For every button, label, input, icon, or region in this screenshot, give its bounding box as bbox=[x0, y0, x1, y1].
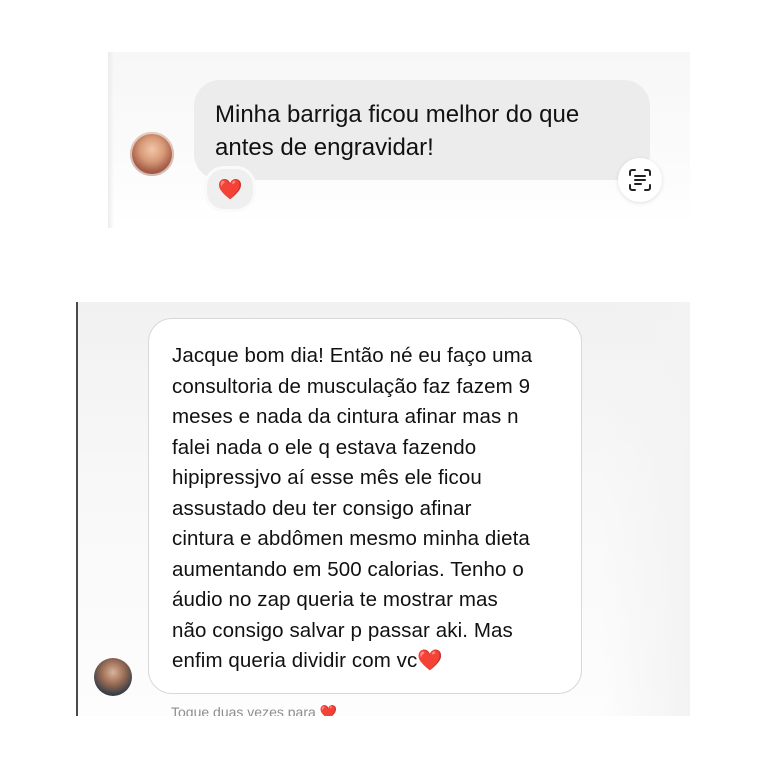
text-scan-button[interactable] bbox=[618, 158, 662, 202]
heart-reaction-icon[interactable]: ❤️ bbox=[204, 166, 256, 212]
message-body: Jacque bom dia! Então né eu faço uma con… bbox=[172, 344, 533, 672]
edge-line bbox=[76, 302, 78, 716]
message-text: Minha barriga ficou melhor do que antes … bbox=[215, 101, 580, 161]
double-tap-hint: Toque duas vezes para ❤️ bbox=[171, 704, 337, 716]
hint-text: Toque duas vezes para bbox=[171, 704, 316, 716]
heart-hint-icon: ❤️ bbox=[319, 704, 338, 716]
avatar[interactable] bbox=[94, 658, 132, 696]
page: Minha barriga ficou melhor do que antes … bbox=[0, 0, 768, 768]
reaction-emoji: ❤️ bbox=[217, 178, 243, 201]
message-text: Jacque bom dia! Então né eu faço uma con… bbox=[172, 341, 567, 677]
dm-screenshot-1: Minha barriga ficou melhor do que antes … bbox=[108, 52, 690, 228]
edge-shadow bbox=[108, 52, 114, 228]
heart-emoji-icon: ❤️ bbox=[417, 649, 443, 672]
text-scan-icon bbox=[629, 169, 651, 191]
message-bubble[interactable]: Jacque bom dia! Então né eu faço uma con… bbox=[148, 318, 582, 694]
message-bubble[interactable]: Minha barriga ficou melhor do que antes … bbox=[194, 80, 650, 180]
avatar[interactable] bbox=[130, 132, 174, 176]
edge-fade bbox=[600, 302, 690, 716]
dm-screenshot-2: Jacque bom dia! Então né eu faço uma con… bbox=[76, 302, 690, 716]
